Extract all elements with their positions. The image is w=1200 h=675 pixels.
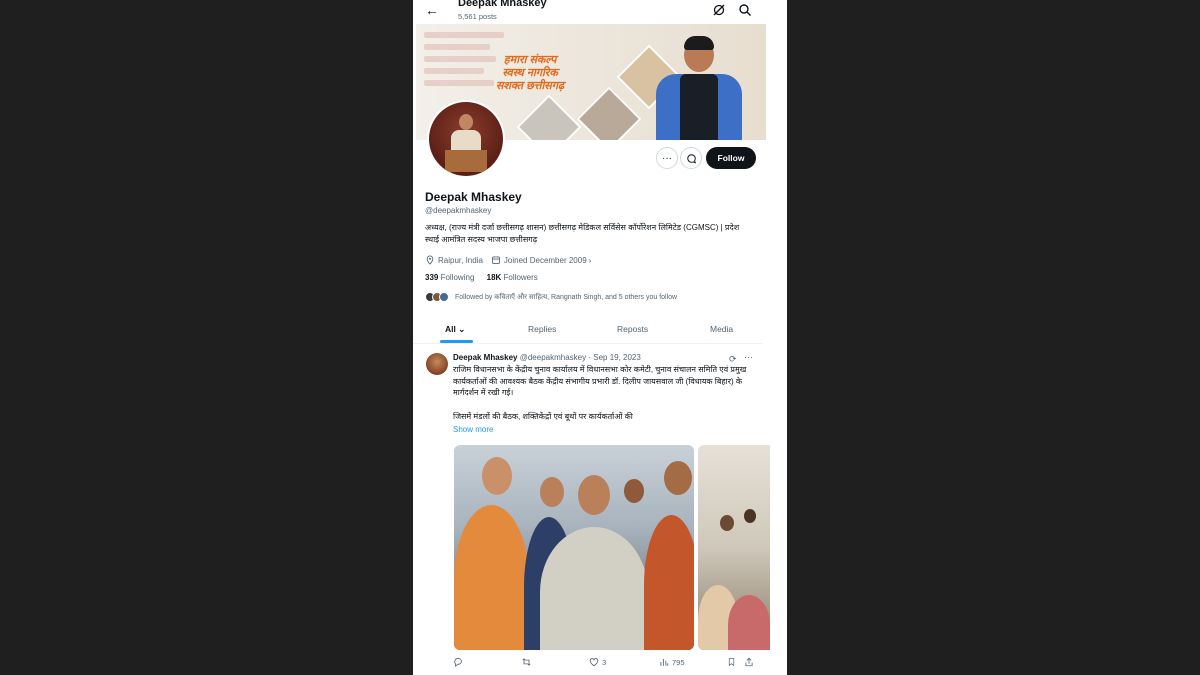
- banner-person-vest: [680, 74, 718, 140]
- follower-avatar: [439, 292, 449, 302]
- banner-person-hair: [684, 36, 714, 50]
- follow-counts: 339 Following 18K Followers: [425, 273, 538, 282]
- photo-face: [482, 457, 512, 495]
- post-image[interactable]: [454, 445, 694, 650]
- post-text: राजिम विधानसभा के केंद्रीय चुनाव कार्याल…: [453, 365, 747, 421]
- banner-watermark: [424, 32, 504, 38]
- photo-face: [624, 479, 644, 503]
- post-more-icon[interactable]: ···: [744, 352, 753, 362]
- profile-meta: Raipur, India Joined December 2009 ›: [425, 255, 591, 265]
- message-icon: [686, 153, 696, 163]
- photo-face: [720, 515, 734, 531]
- post-date[interactable]: · Sep 19, 2023: [588, 353, 640, 362]
- bookmark-icon: [728, 658, 735, 667]
- views-button[interactable]: 795: [659, 657, 685, 667]
- location-item: Raipur, India: [425, 255, 483, 265]
- grok-icon[interactable]: [711, 2, 727, 18]
- photo-face: [540, 477, 564, 507]
- post-handle[interactable]: @deepakmhaskey: [520, 353, 586, 362]
- followed-by[interactable]: Followed by कविताएँ और साहित्य, Rangnath…: [425, 292, 677, 302]
- tab-media[interactable]: Media: [710, 324, 733, 334]
- heart-icon: [589, 658, 599, 667]
- banner-watermark: [424, 56, 496, 62]
- follow-button[interactable]: Follow: [706, 147, 756, 169]
- post-avatar[interactable]: [426, 353, 448, 375]
- header-title: Deepak Mhaskey: [458, 0, 547, 9]
- profile-screen: ← Deepak Mhaskey 5,561 posts हमारा संकल्…: [413, 0, 787, 675]
- analytics-icon: [660, 658, 669, 666]
- banner-photo: [576, 86, 642, 140]
- repost-icon: [522, 658, 531, 666]
- view-count: 795: [672, 657, 685, 667]
- followers-link[interactable]: 18K Followers: [487, 273, 538, 282]
- message-button[interactable]: [680, 147, 702, 169]
- photo-face: [744, 509, 756, 523]
- like-count: 3: [602, 657, 607, 667]
- chevron-down-icon: ⌄: [458, 324, 466, 334]
- active-tab-indicator: [440, 340, 473, 343]
- share-icon: [745, 657, 753, 667]
- like-button[interactable]: 3: [589, 657, 606, 667]
- tab-reposts[interactable]: Reposts: [617, 324, 648, 334]
- banner-slogan: हमारा संकल्प स्वस्थ नागरिक सशक्त छत्तीसग…: [496, 54, 565, 92]
- arrow-left-icon[interactable]: ←: [425, 2, 439, 18]
- post-image-2[interactable]: [698, 445, 770, 650]
- banner-watermark: [424, 80, 494, 86]
- bookmark-button[interactable]: [727, 657, 736, 667]
- avatar[interactable]: [427, 100, 505, 178]
- photo-figure: [644, 515, 694, 650]
- profile-location: Raipur, India: [438, 255, 483, 265]
- post-action-bar: 3 795: [413, 654, 763, 672]
- tab-all[interactable]: All ⌄: [445, 324, 465, 335]
- banner-photo: [516, 94, 582, 140]
- banner-watermark: [424, 44, 490, 50]
- photo-figure: [728, 595, 770, 650]
- location-pin-icon: [426, 255, 434, 265]
- search-icon[interactable]: [737, 2, 753, 18]
- photo-figure: [540, 527, 648, 650]
- tab-replies[interactable]: Replies: [528, 324, 556, 334]
- profile-bio: अध्यक्ष, (राज्य मंत्री दर्जा छत्तीसगढ़ श…: [425, 223, 740, 244]
- show-more-link[interactable]: Show more: [453, 425, 493, 434]
- share-button[interactable]: [744, 657, 754, 667]
- following-link[interactable]: 339 Following: [425, 273, 474, 282]
- reply-icon: [454, 658, 462, 667]
- profile-handle: @deepakmhaskey: [425, 206, 492, 215]
- joined-item: Joined December 2009 ›: [491, 255, 591, 265]
- profile-joined: Joined December 2009: [503, 255, 587, 265]
- repost-button[interactable]: [521, 657, 532, 667]
- followed-by-text: Followed by कविताएँ और साहित्य, Rangnath…: [455, 293, 678, 301]
- post-header: Deepak Mhaskey @deepakmhaskey · Sep 19, …: [453, 353, 641, 362]
- profile-name: Deepak Mhaskey: [425, 190, 522, 204]
- post-author[interactable]: Deepak Mhaskey: [453, 353, 517, 362]
- banner-watermark: [424, 68, 484, 74]
- reply-button[interactable]: [453, 657, 463, 667]
- header-post-count: 5,561 posts: [458, 12, 497, 21]
- profile-tabs: All ⌄ Replies Reposts Media: [413, 318, 763, 344]
- chevron-right-icon[interactable]: ›: [589, 256, 592, 265]
- photo-figure: [454, 505, 529, 650]
- photo-face: [664, 461, 692, 495]
- calendar-icon: [492, 256, 500, 264]
- more-options-button[interactable]: ···: [656, 147, 678, 169]
- photo-face: [578, 475, 610, 515]
- top-bar: ← Deepak Mhaskey 5,561 posts: [413, 0, 787, 24]
